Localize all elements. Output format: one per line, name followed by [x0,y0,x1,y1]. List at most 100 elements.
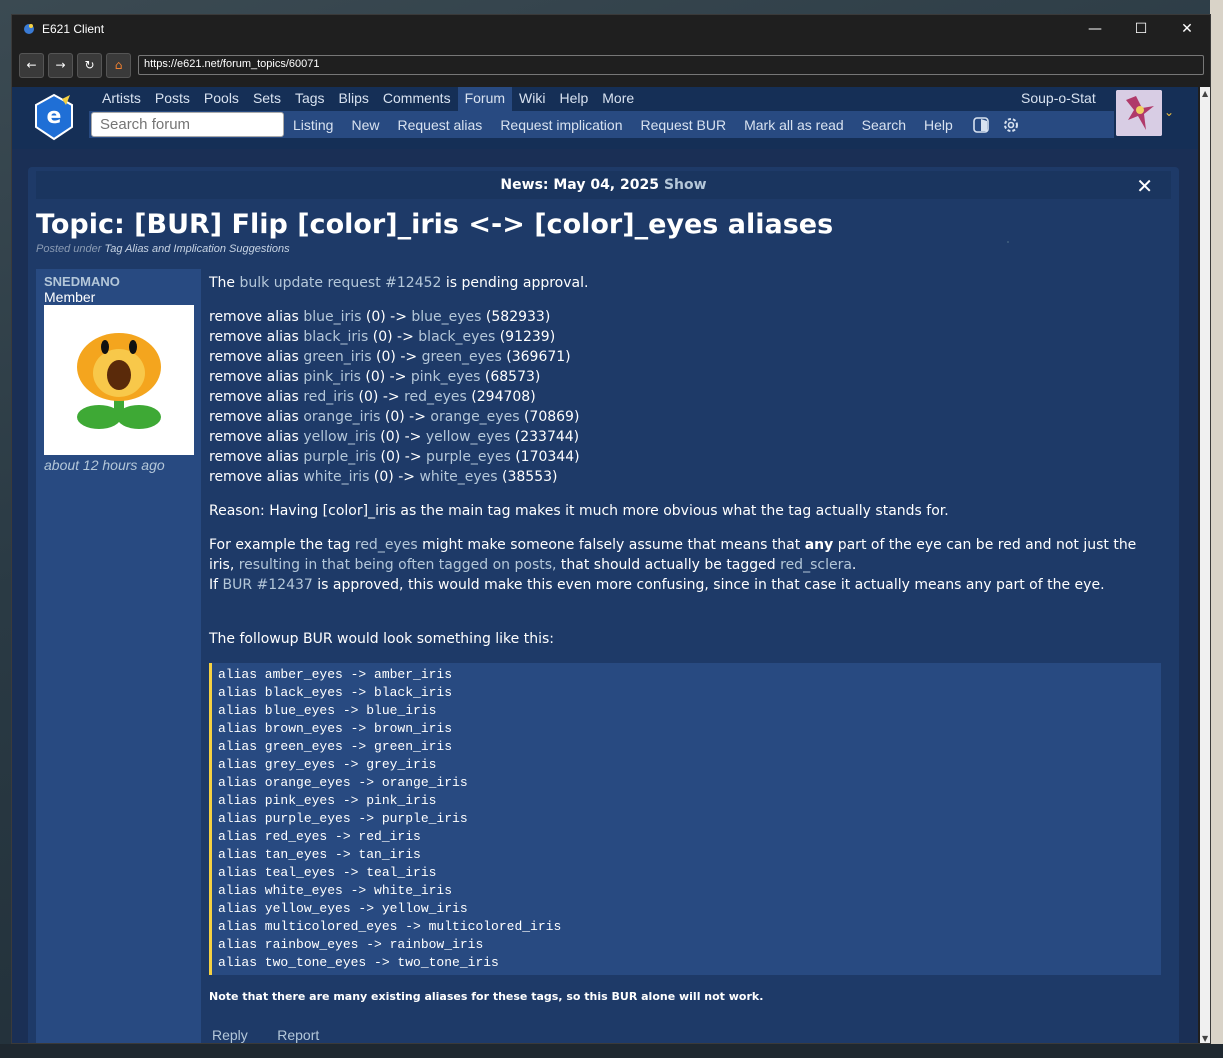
code-line: alias multicolored_eyes -> multicolored_… [218,919,562,934]
intro-text-end: is pending approval. [445,275,589,291]
bold-text: any [804,537,834,553]
bur-link[interactable]: bulk update request #12452 [240,275,442,291]
close-button[interactable]: ✕ [1164,15,1210,43]
tag-link[interactable]: blue_iris [303,309,361,325]
nav-item-forum[interactable]: Forum [457,87,513,111]
subnav-new[interactable]: New [342,117,388,133]
tag-link[interactable]: red_iris [303,389,354,405]
subnav-mark-all-as-read[interactable]: Mark all as read [735,117,853,133]
nav-item-tags[interactable]: Tags [288,87,332,111]
forward-button[interactable]: → [48,52,73,78]
code-line: alias yellow_eyes -> yellow_iris [218,901,468,916]
title-bar: E621 Client — ☐ ✕ [12,15,1210,43]
code-line: alias black_eyes -> black_iris [218,685,453,700]
close-icon[interactable]: ✕ [1136,174,1153,198]
tag-link[interactable]: purple_iris [303,449,376,465]
example-text: might make someone falsely assume that m… [422,537,801,553]
author-avatar[interactable] [44,305,194,455]
minimize-button[interactable]: — [1072,15,1118,43]
nav-item-artists[interactable]: Artists [95,87,148,111]
alias-arrow: (0) -> [358,389,400,405]
gear-icon[interactable] [1000,114,1022,136]
subnav-help[interactable]: Help [915,117,962,133]
tag-link[interactable]: pink_iris [303,369,361,385]
tag-link[interactable]: orange_iris [303,409,380,425]
tag-link[interactable]: black_eyes [418,329,495,345]
tag-link[interactable]: purple_eyes [426,449,511,465]
tag-link[interactable]: red_eyes [355,537,418,553]
nav-item-wiki[interactable]: Wiki [512,87,552,111]
code-line: alias blue_eyes -> blue_iris [218,703,437,718]
reply-link[interactable]: Reply [212,1027,248,1043]
scroll-down-icon[interactable]: ▼ [1202,1034,1208,1043]
tag-link[interactable]: black_iris [303,329,368,345]
search-link[interactable]: resulting in that being often tagged on … [239,557,557,573]
site-logo[interactable]: e [32,93,76,141]
alias-arrow: (0) -> [380,429,422,445]
report-link[interactable]: Report [277,1027,319,1043]
tag-link[interactable]: green_iris [303,349,371,365]
tag-link[interactable]: red_eyes [404,389,467,405]
tag-count: (38553) [502,469,558,485]
code-line: alias pink_eyes -> pink_iris [218,793,437,808]
bur-link[interactable]: BUR #12437 [223,577,313,593]
home-button[interactable]: ⌂ [106,52,131,78]
app-window: E621 Client — ☐ ✕ ← → ↻ ⌂ https://e621.n… [11,14,1211,1044]
scroll-up-icon[interactable]: ▲ [1202,89,1208,98]
page-content: News: May 04, 2025 Show ✕ Topic: [BUR] F… [28,167,1179,1043]
username-link[interactable]: Soup-o-Stat [1021,90,1096,106]
tag-count: (70869) [523,409,580,425]
tag-link[interactable]: blue_eyes [411,309,481,325]
search-forum-input[interactable] [91,112,284,137]
nav-item-more[interactable]: More [595,87,641,111]
tag-link[interactable]: orange_eyes [430,409,519,425]
tag-link[interactable]: red_sclera [780,557,852,573]
alias-prefix: remove alias [209,449,299,465]
nav-item-pools[interactable]: Pools [197,87,246,111]
alias-prefix: remove alias [209,329,299,345]
avatar[interactable] [1116,90,1162,136]
site-header: e Artists Posts Pools Sets Tags Blips Comments… [12,87,1198,149]
news-bar: News: May 04, 2025 Show ✕ [36,171,1171,199]
tag-count: (369671) [506,349,571,365]
subnav-search[interactable]: Search [853,117,915,133]
code-line: alias red_eyes -> red_iris [218,829,421,844]
nav-item-help[interactable]: Help [552,87,595,111]
url-bar[interactable]: https://e621.net/forum_topics/60071 [138,55,1204,75]
chevron-down-icon[interactable]: ⌄ [1164,105,1174,119]
alias-row: remove alias red_iris (0) -> red_eyes (2… [209,387,1163,407]
example-text: For example the tag [209,537,351,553]
subnav-request-bur[interactable]: Request BUR [631,117,735,133]
tag-link[interactable]: white_iris [303,469,369,485]
nav-item-sets[interactable]: Sets [246,87,288,111]
category-link[interactable]: Tag Alias and Implication Suggestions [105,243,290,255]
code-line: alias amber_eyes -> amber_iris [218,667,453,682]
tag-link[interactable]: yellow_iris [303,429,376,445]
nav-item-comments[interactable]: Comments [376,87,458,111]
alias-row: remove alias green_iris (0) -> green_eye… [209,347,1163,367]
maximize-button[interactable]: ☐ [1118,15,1164,43]
alias-row: remove alias purple_iris (0) -> purple_e… [209,447,1163,467]
nav-item-posts[interactable]: Posts [148,87,197,111]
tag-count: (68573) [484,369,541,385]
main-nav: Artists Posts Pools Sets Tags Blips Comments Fo… [95,87,641,111]
tag-link[interactable]: pink_eyes [411,369,481,385]
tag-link[interactable]: yellow_eyes [426,429,511,445]
reload-button[interactable]: ↻ [77,52,102,78]
subnav-request-implication[interactable]: Request implication [491,117,631,133]
author-name[interactable]: SNEDMANO [44,274,193,289]
news-show-link[interactable]: Show [664,177,707,193]
back-button[interactable]: ← [19,52,44,78]
post-timestamp[interactable]: about 12 hours ago [44,457,193,473]
tag-link[interactable]: white_eyes [419,469,497,485]
nav-item-blips[interactable]: Blips [332,87,376,111]
subnav-listing[interactable]: Listing [284,117,342,133]
tag-link[interactable]: green_eyes [422,349,502,365]
news-label: News: May 04, 2025 [500,177,659,193]
subnav-request-alias[interactable]: Request alias [388,117,491,133]
scrollbar[interactable]: ▲ ▼ [1200,87,1210,1043]
code-line: alias grey_eyes -> grey_iris [218,757,437,772]
alias-row: remove alias orange_iris (0) -> orange_e… [209,407,1163,427]
alias-prefix: remove alias [209,429,299,445]
theme-icon[interactable] [970,114,992,136]
